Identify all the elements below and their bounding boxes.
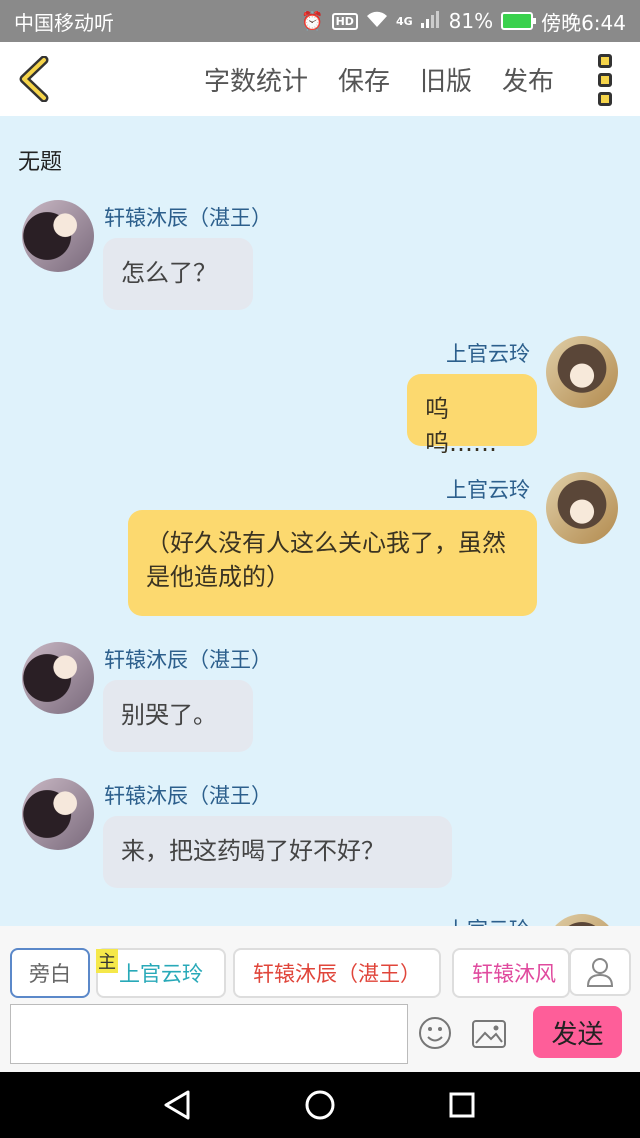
emoji-button[interactable] (418, 1016, 452, 1050)
header-bar: 字数统计 保存 旧版 发布 (0, 42, 640, 116)
narration-chip[interactable]: 旁白 (10, 948, 90, 998)
speaker-name: 轩辕沐辰（湛王） (104, 206, 272, 230)
navigation-bar (0, 1072, 640, 1138)
old-version-button[interactable]: 旧版 (420, 61, 472, 98)
avatar[interactable] (22, 778, 94, 850)
input-bar: 发送 (0, 1000, 640, 1072)
back-button[interactable] (16, 55, 52, 103)
speaker-name: 上官云玲 (446, 914, 530, 926)
clock: 傍晚6:44 (541, 10, 626, 35)
avatar[interactable] (546, 472, 618, 544)
avatar[interactable] (22, 642, 94, 714)
add-character-button[interactable] (569, 948, 631, 996)
main-character-badge: 主 (96, 949, 118, 973)
word-count-button[interactable]: 字数统计 (204, 61, 308, 98)
chat-title: 无题 (18, 150, 63, 175)
more-menu-icon[interactable] (598, 54, 614, 106)
person-icon (586, 958, 614, 987)
message-bubble[interactable]: 呜呜…… (407, 374, 537, 457)
publish-button[interactable]: 发布 (502, 61, 554, 98)
emoji-icon (419, 1017, 451, 1049)
speaker-name: 上官云玲 (446, 478, 530, 502)
avatar[interactable] (546, 914, 618, 926)
message-bubble[interactable]: （好久没有人这么关心我了，虽然是他造成的） (128, 510, 537, 616)
battery-icon (501, 12, 537, 30)
message-bubble[interactable]: 怎么了？ (103, 238, 253, 310)
message-bubble[interactable]: 来，把这药喝了好不好？ (103, 816, 452, 888)
character-chip[interactable]: 轩辕沐辰（湛王） (233, 948, 441, 998)
hd-icon: HD (331, 12, 358, 30)
speaker-name: 轩辕沐辰（湛王） (104, 648, 272, 672)
header-menu: 字数统计 保存 旧版 发布 (204, 42, 554, 116)
network-type: 4G (395, 14, 413, 28)
status-bar: 中国移动听 ⏰ HD 4G 81% 傍晚6:44 (0, 0, 640, 42)
image-icon (472, 1020, 506, 1048)
nav-home-icon[interactable] (305, 1090, 335, 1120)
battery-percent: 81% (448, 9, 494, 33)
avatar[interactable] (546, 336, 618, 408)
carrier-label: 中国移动听 (14, 10, 114, 35)
save-button[interactable]: 保存 (338, 61, 390, 98)
signal-icon (420, 9, 441, 33)
speaker-name: 轩辕沐辰（湛王） (104, 784, 272, 808)
alarm-icon: ⏰ (301, 10, 324, 32)
image-button[interactable] (472, 1020, 506, 1048)
chevron-left-icon (19, 55, 49, 103)
character-chip[interactable]: 轩辕沐风（ (452, 948, 570, 998)
message-bubble[interactable]: 别哭了。 (103, 680, 253, 752)
wifi-icon (366, 10, 388, 33)
speaker-name: 上官云玲 (446, 342, 530, 366)
avatar[interactable] (22, 200, 94, 272)
chat-area[interactable]: 无题 轩辕沐辰（湛王） 怎么了？ 上官云玲 呜呜…… 上官云玲 （好久没有人这么… (0, 116, 640, 926)
message-input[interactable] (10, 1004, 408, 1064)
nav-recents-icon[interactable] (449, 1092, 475, 1118)
nav-back-icon[interactable] (164, 1090, 190, 1120)
send-button[interactable]: 发送 (533, 1006, 622, 1058)
